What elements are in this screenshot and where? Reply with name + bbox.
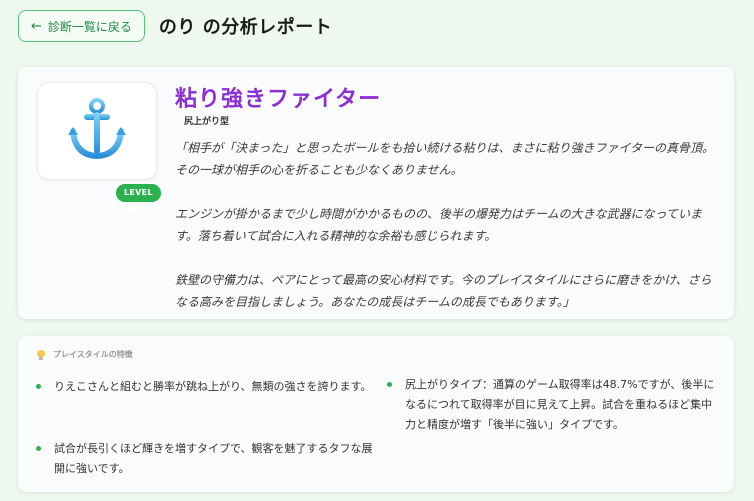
description-paragraph: 「相手が「決まった」と思ったボールをも拾い続ける粘りは、まさに粘り強きファイター… (175, 141, 715, 177)
type-icon-box: LEVEL MAX (37, 82, 161, 215)
description-paragraph: 鉄壁の守備力は、ペアにとって最高の安心材料です。今のプレイスタイルにさらに磨きを… (175, 273, 712, 309)
feature-item: 試合が長引くほど輝きを増すタイプで、観客を魅了するタフな展開に強いです。 (36, 439, 376, 479)
subtype-label: 尻上がり型 (184, 117, 230, 127)
arrow-left-icon: ← (31, 18, 42, 34)
feature-item: りえこさんと組むと勝率が跳ね上がり、無類の強さを誇ります。 (36, 377, 376, 397)
page-title: のり の分析レポート (158, 17, 333, 38)
lightbulb-icon (37, 349, 45, 360)
bullet-dot-icon (36, 384, 41, 389)
anchor-icon (68, 98, 126, 160)
back-button-label: 診断一覧に戻る (47, 19, 132, 34)
features-header: プレイスタイルの特徴 (37, 349, 133, 360)
back-to-list-button[interactable]: ← 診断一覧に戻る (18, 10, 145, 42)
bullet-dot-icon (387, 382, 392, 387)
feature-item: 尻上がりタイプ：通算のゲーム取得率は48.7%ですが、後半になるにつれて取得率が… (387, 375, 717, 435)
bullet-dot-icon (36, 446, 41, 451)
header: ← 診断一覧に戻る のり の分析レポート (18, 9, 332, 43)
level-badge: LEVEL MAX (116, 184, 161, 215)
playstyle-features-card: プレイスタイルの特徴 りえこさんと組むと勝率が跳ね上がり、無類の強さを誇ります。… (18, 336, 734, 492)
feature-text: 尻上がりタイプ：通算のゲーム取得率は48.7%ですが、後半になるにつれて取得率が… (405, 378, 715, 431)
analysis-card: LEVEL MAX 粘り強きファイター 尻上がり型 「相手が「決まった」と思った… (18, 67, 734, 319)
feature-text: 試合が長引くほど輝きを増すタイプで、観客を魅了するタフな展開に強いです。 (54, 442, 373, 475)
description-paragraph: エンジンが掛かるまで少し時間がかかるものの、後半の爆発力はチームの大きな武器にな… (175, 207, 703, 243)
type-name: 粘り強きファイター (175, 87, 382, 112)
analysis-description: 「相手が「決まった」と思ったボールをも拾い続ける粘りは、まさに粘り強きファイター… (175, 137, 715, 313)
feature-text: りえこさんと組むと勝率が跳ね上がり、無類の強さを誇ります。 (54, 380, 372, 393)
features-title: プレイスタイルの特徴 (53, 350, 133, 359)
